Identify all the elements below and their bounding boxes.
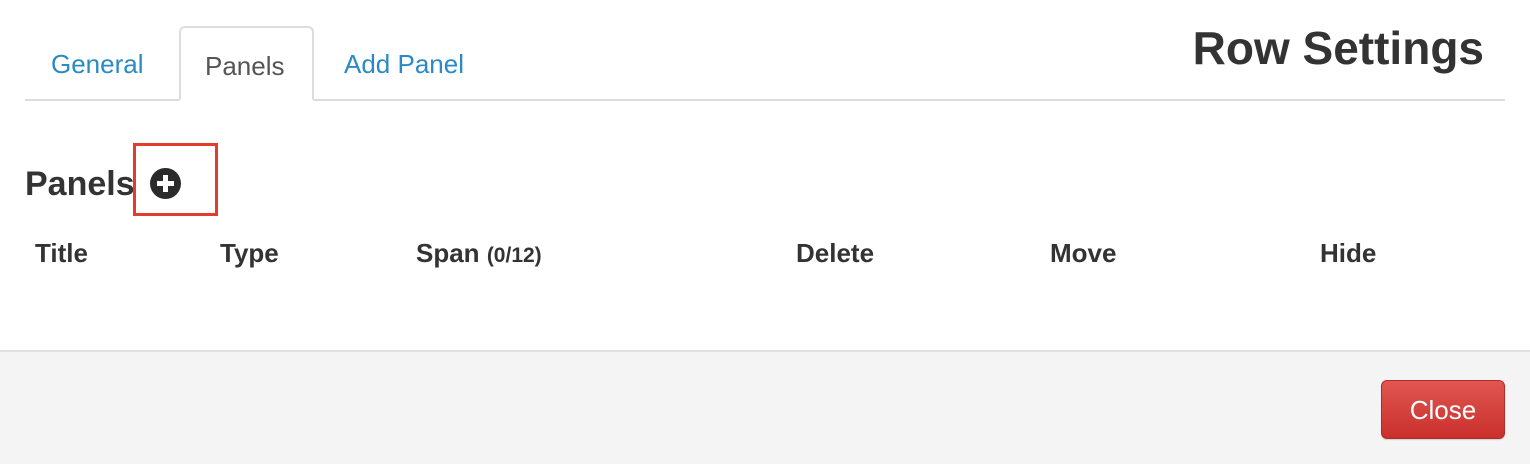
close-button[interactable]: Close <box>1381 380 1505 439</box>
column-header-delete: Delete <box>796 238 875 268</box>
tab-panels[interactable]: Panels <box>179 26 314 101</box>
modal-body: Row Settings General Panels Add Panel Pa… <box>0 0 1530 350</box>
column-header-hide: Hide <box>1320 238 1377 268</box>
column-header-title: Title <box>35 238 88 268</box>
tab-bar: General Panels Add Panel <box>25 26 1505 101</box>
column-header-move: Move <box>1050 238 1117 268</box>
tab-add-panel[interactable]: Add Panel <box>314 26 484 101</box>
panels-heading: Panels <box>25 165 135 203</box>
column-header-span-label: Span <box>416 238 480 268</box>
highlight-box <box>133 143 218 216</box>
modal-footer <box>0 350 1530 464</box>
tab-general[interactable]: General <box>25 26 179 101</box>
column-header-type: Type <box>220 238 279 268</box>
column-header-span: Span (0/12) <box>416 236 542 273</box>
span-count: (0/12) <box>486 244 542 267</box>
